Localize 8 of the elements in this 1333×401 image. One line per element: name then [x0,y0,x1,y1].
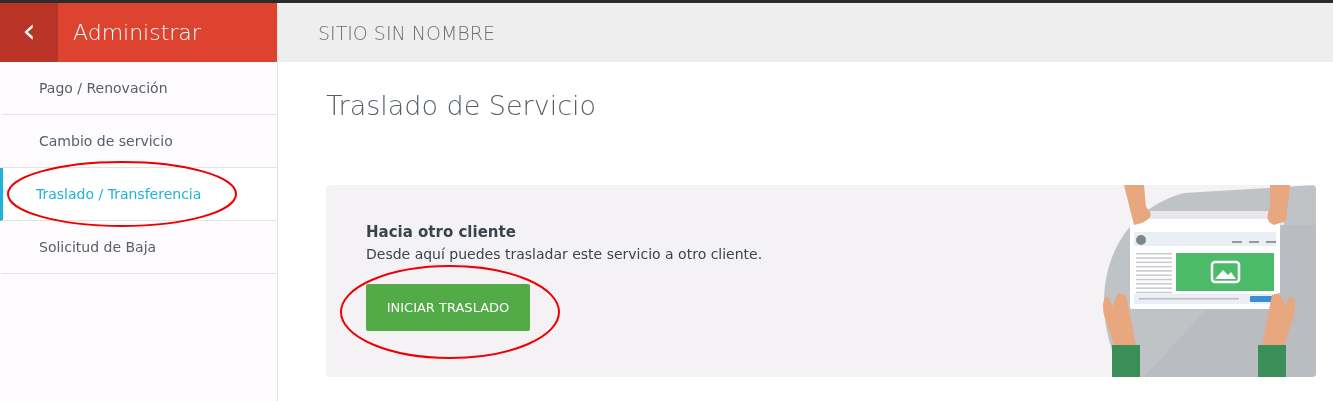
sidebar-item[interactable]: Pago / Renovación [0,62,277,115]
page-title: Traslado de Servicio [326,90,598,121]
site-name: SITIO SIN NOMBRE [278,3,1333,62]
back-button[interactable]: ‹ [0,3,58,62]
card-heading: Hacia otro cliente [366,223,517,241]
sidebar-item[interactable]: Solicitud de Baja [0,221,277,274]
sidebar-title: Administrar [73,20,201,45]
card-text: Desde aquí puedes trasladar este servicio a otro cliente. [366,246,763,262]
